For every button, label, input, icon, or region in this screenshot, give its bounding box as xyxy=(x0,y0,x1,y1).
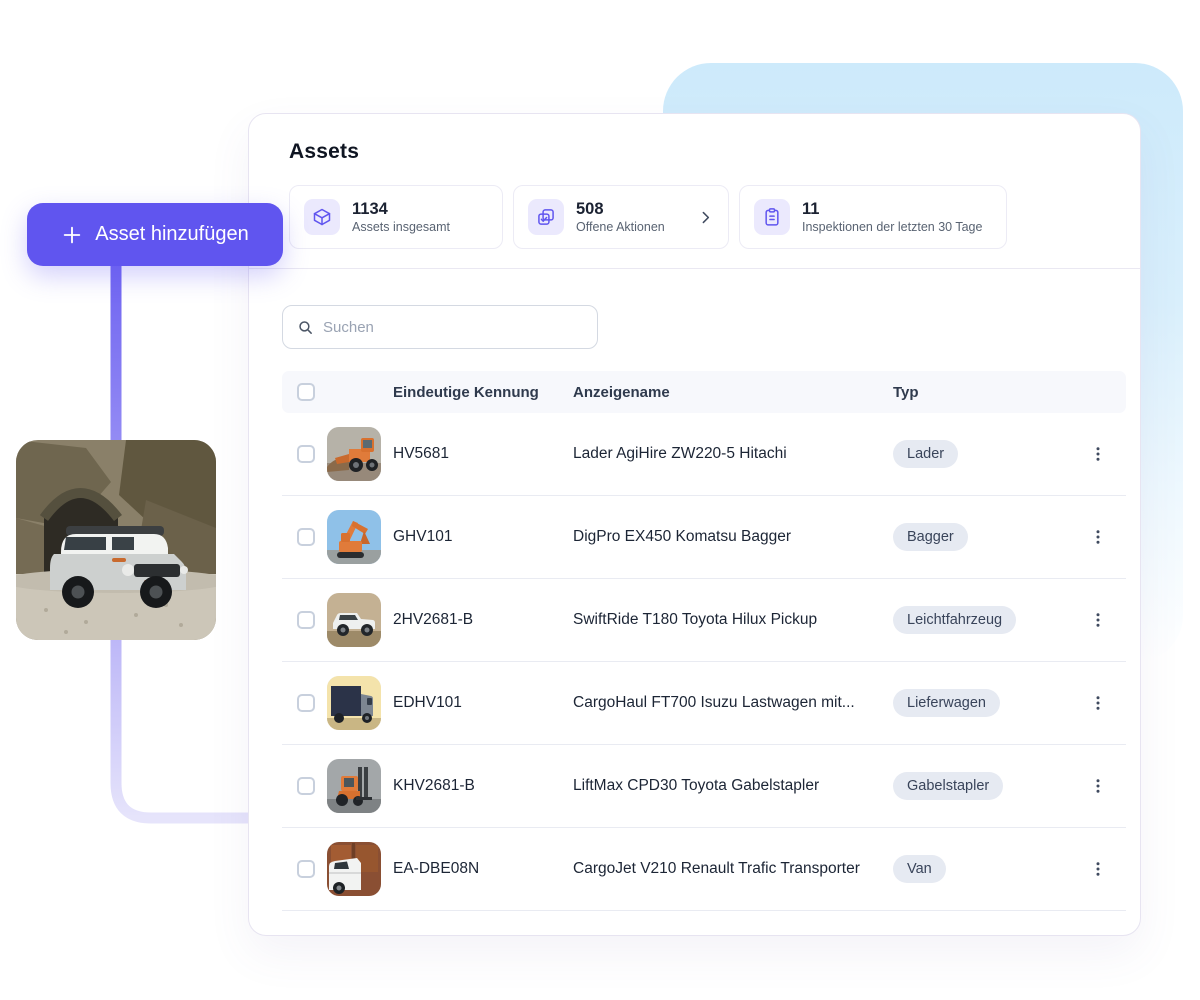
row-checkbox[interactable] xyxy=(297,694,315,712)
type-badge: Leichtfahrzeug xyxy=(893,606,1016,634)
page: Assets 1134 Assets insgesamt xyxy=(0,0,1200,1000)
table-row[interactable]: HV5681 Lader AgiHire ZW220-5 Hitachi Lad… xyxy=(282,413,1126,496)
stat-value: 1134 xyxy=(352,199,450,220)
row-name: Lader AgiHire ZW220-5 Hitachi xyxy=(573,445,893,463)
kebab-menu-icon[interactable] xyxy=(1080,436,1116,472)
row-checkbox[interactable] xyxy=(297,611,315,629)
assets-table-body: HV5681 Lader AgiHire ZW220-5 Hitachi Lad… xyxy=(282,413,1126,911)
table-row[interactable]: EA-DBE08N CargoJet V210 Renault Trafic T… xyxy=(282,828,1126,911)
add-asset-button[interactable]: Asset hinzufügen xyxy=(27,203,283,266)
panel-body: Eindeutige Kennung Anzeigename Typ HV568… xyxy=(249,269,1140,911)
kebab-menu-icon[interactable] xyxy=(1080,685,1116,721)
panel-header: Assets 1134 Assets insgesamt xyxy=(249,114,1140,269)
column-header-id: Eindeutige Kennung xyxy=(393,384,573,401)
van-thumbnail xyxy=(327,842,381,896)
table-header: Eindeutige Kennung Anzeigename Typ xyxy=(282,371,1126,413)
row-checkbox[interactable] xyxy=(297,528,315,546)
suv-photo xyxy=(16,440,216,640)
plus-icon xyxy=(61,224,83,246)
copy-check-icon xyxy=(528,199,564,235)
row-id: 2HV2681-B xyxy=(393,611,573,629)
row-name: LiftMax CPD30 Toyota Gabelstapler xyxy=(573,777,893,795)
type-badge: Lieferwagen xyxy=(893,689,1000,717)
clipboard-icon xyxy=(754,199,790,235)
search-box xyxy=(282,305,598,349)
kebab-menu-icon[interactable] xyxy=(1080,851,1116,887)
stat-label: Inspektionen der letzten 30 Tage xyxy=(802,219,982,235)
assets-table: Eindeutige Kennung Anzeigename Typ HV568… xyxy=(282,371,1126,911)
stat-label: Offene Aktionen xyxy=(576,219,665,235)
row-id: KHV2681-B xyxy=(393,777,573,795)
column-header-name: Anzeigename xyxy=(573,384,893,401)
row-checkbox[interactable] xyxy=(297,860,315,878)
stat-value: 11 xyxy=(802,199,982,220)
stat-card-inspections: 11 Inspektionen der letzten 30 Tage xyxy=(739,185,1007,249)
excavator-thumbnail xyxy=(327,510,381,564)
stat-card-open-actions[interactable]: 508 Offene Aktionen xyxy=(513,185,729,249)
select-all-checkbox[interactable] xyxy=(297,383,315,401)
box-truck-thumbnail xyxy=(327,676,381,730)
assets-panel: Assets 1134 Assets insgesamt xyxy=(248,113,1141,936)
forklift-thumbnail xyxy=(327,759,381,813)
kebab-menu-icon[interactable] xyxy=(1080,768,1116,804)
type-badge: Lader xyxy=(893,440,958,468)
chevron-right-icon xyxy=(697,209,714,226)
cube-icon xyxy=(304,199,340,235)
row-checkbox[interactable] xyxy=(297,445,315,463)
row-name: SwiftRide T180 Toyota Hilux Pickup xyxy=(573,611,893,629)
type-badge: Gabelstapler xyxy=(893,772,1003,800)
search-icon xyxy=(297,319,314,336)
kebab-menu-icon[interactable] xyxy=(1080,602,1116,638)
search-input[interactable] xyxy=(323,319,583,336)
row-id: EDHV101 xyxy=(393,694,573,712)
table-row[interactable]: KHV2681-B LiftMax CPD30 Toyota Gabelstap… xyxy=(282,745,1126,828)
stat-label: Assets insgesamt xyxy=(352,219,450,235)
row-name: CargoJet V210 Renault Trafic Transporter xyxy=(573,860,893,878)
row-id: GHV101 xyxy=(393,528,573,546)
column-header-type: Typ xyxy=(893,384,1080,401)
row-name: DigPro EX450 Komatsu Bagger xyxy=(573,528,893,546)
row-name: CargoHaul FT700 Isuzu Lastwagen mit... xyxy=(573,694,893,712)
pickup-thumbnail xyxy=(327,593,381,647)
add-asset-button-label: Asset hinzufügen xyxy=(95,223,248,246)
row-id: HV5681 xyxy=(393,445,573,463)
type-badge: Bagger xyxy=(893,523,968,551)
row-checkbox[interactable] xyxy=(297,777,315,795)
table-row[interactable]: GHV101 DigPro EX450 Komatsu Bagger Bagge… xyxy=(282,496,1126,579)
stat-value: 508 xyxy=(576,199,665,220)
row-id: EA-DBE08N xyxy=(393,860,573,878)
table-row[interactable]: EDHV101 CargoHaul FT700 Isuzu Lastwagen … xyxy=(282,662,1126,745)
stats-row: 1134 Assets insgesamt 508 Offe xyxy=(289,185,1100,249)
kebab-menu-icon[interactable] xyxy=(1080,519,1116,555)
type-badge: Van xyxy=(893,855,946,883)
stat-card-total-assets: 1134 Assets insgesamt xyxy=(289,185,503,249)
wheel-loader-thumbnail xyxy=(327,427,381,481)
page-title: Assets xyxy=(289,140,1100,164)
table-row[interactable]: 2HV2681-B SwiftRide T180 Toyota Hilux Pi… xyxy=(282,579,1126,662)
